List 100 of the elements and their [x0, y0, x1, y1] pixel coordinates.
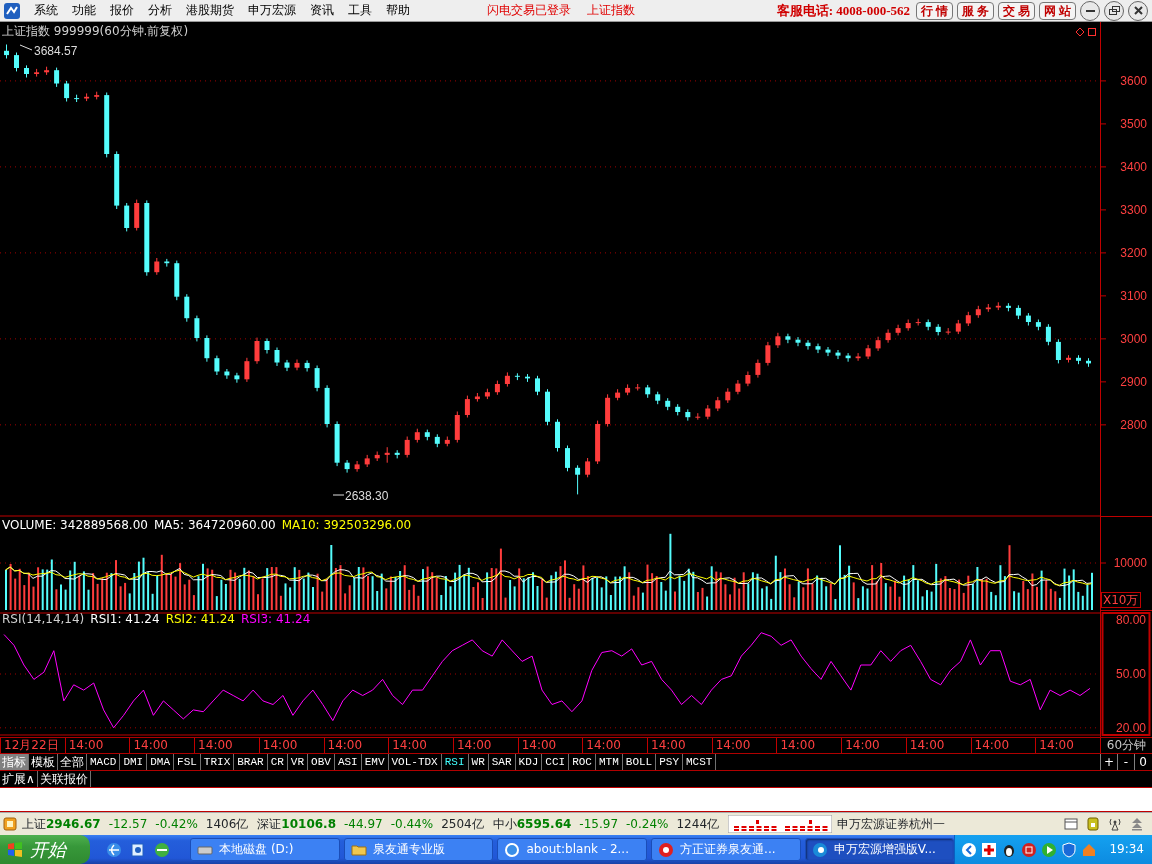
- menu-item[interactable]: 分析: [141, 3, 179, 18]
- index-name: 深证: [257, 816, 282, 832]
- candlestick: [324, 384, 330, 428]
- candlestick: [565, 445, 570, 472]
- mode-tab[interactable]: 模板: [29, 754, 58, 770]
- taskbar-window-button[interactable]: about:blank - 2...: [497, 838, 648, 861]
- menu-item[interactable]: 申万宏源: [241, 3, 303, 18]
- candlestick: [845, 352, 851, 363]
- minimize-button[interactable]: [1080, 0, 1100, 21]
- toolbar-button[interactable]: 服 务: [957, 1, 994, 20]
- candlestick: [384, 446, 390, 464]
- start-button[interactable]: 开始: [0, 835, 91, 864]
- indicator-tab[interactable]: WR: [468, 754, 489, 770]
- window-icon[interactable]: [1064, 817, 1078, 831]
- indicator-tab[interactable]: VOL-TDX: [388, 754, 442, 770]
- candlestick: [825, 346, 831, 357]
- menu-item[interactable]: 港股期货: [179, 3, 241, 18]
- mode-tab[interactable]: 指标: [0, 754, 29, 770]
- menu-item[interactable]: 工具: [341, 3, 379, 18]
- rsi2-reading: RSI2: 41.24: [165, 612, 235, 627]
- candlestick: [835, 349, 841, 360]
- restore-button[interactable]: [1104, 0, 1124, 21]
- menu-item[interactable]: 系统: [27, 3, 65, 18]
- restore-icon: [1108, 6, 1120, 15]
- candlestick: [454, 411, 460, 443]
- candlestick: [1005, 302, 1011, 312]
- candlestick: [504, 371, 510, 388]
- menu-item[interactable]: 功能: [65, 3, 103, 18]
- indicator-tab[interactable]: MCST: [683, 754, 717, 770]
- indicator-tab[interactable]: VR: [287, 754, 309, 770]
- price-label: 3684.57: [34, 44, 78, 58]
- candlestick: [635, 383, 641, 391]
- candlestick: [374, 451, 380, 462]
- candlestick: [535, 375, 540, 396]
- windows-logo-icon: [6, 840, 24, 859]
- mode-tab[interactable]: 全部: [58, 754, 87, 770]
- candlestick: [214, 355, 220, 376]
- status-notice: 上证指数: [587, 3, 635, 18]
- candlestick: [1045, 323, 1051, 346]
- candlestick: [1035, 319, 1041, 331]
- axis-label: 50.00: [1115, 667, 1146, 681]
- candlestick: [705, 404, 711, 420]
- candlestick: [114, 150, 120, 210]
- candlestick: [545, 388, 550, 426]
- antenna-icon[interactable]: [1108, 817, 1122, 831]
- taskbar-window-button[interactable]: 申万宏源增强版V...: [804, 838, 955, 861]
- candlestick: [915, 318, 921, 326]
- status-notice: 闪电交易已登录: [487, 3, 571, 18]
- broker-name: 申万宏源证券杭州一: [837, 816, 946, 832]
- menu-item[interactable]: 报价: [103, 3, 141, 18]
- document-icon[interactable]: [130, 841, 147, 858]
- axis-label: 10000: [1113, 556, 1147, 570]
- taskbar-window-button[interactable]: 泉友通专业版: [343, 838, 494, 861]
- candlestick: [695, 412, 701, 421]
- candlestick: [514, 372, 520, 381]
- candlestick: [1066, 354, 1071, 363]
- status-icon[interactable]: [3, 817, 17, 831]
- candlestick: [294, 359, 300, 371]
- indicator-tab[interactable]: CCI: [542, 754, 570, 770]
- candlestick: [795, 336, 801, 347]
- clock-time: 19:34: [1109, 842, 1144, 857]
- axis-label: 3100: [1120, 288, 1147, 303]
- toolbar-button[interactable]: 行 情: [916, 1, 953, 20]
- index-change: -15.97: [579, 816, 619, 832]
- candlestick: [745, 371, 751, 387]
- unit-label: X10万: [1101, 592, 1141, 608]
- candlestick: [404, 436, 410, 458]
- leader-line: [19, 44, 33, 51]
- lock-icon[interactable]: [1086, 817, 1100, 831]
- taskbar-window-button[interactable]: 本地磁盘 (D:): [190, 838, 340, 861]
- shield-icon[interactable]: [1061, 841, 1078, 858]
- candlestick: [665, 397, 671, 411]
- indicator-tab[interactable]: OBV: [308, 754, 335, 770]
- menu-item[interactable]: 帮助: [379, 3, 417, 18]
- candlestick: [1055, 338, 1061, 364]
- close-button[interactable]: [1128, 0, 1148, 21]
- volume-reading: VOLUME: 342889568.00: [2, 518, 148, 533]
- candlestick: [655, 391, 661, 405]
- toolbar-button[interactable]: 交 易: [998, 1, 1035, 20]
- taskbar-window-button[interactable]: 方正证券泉友通...: [651, 838, 801, 861]
- chevron-icon[interactable]: [961, 841, 978, 858]
- double-arrow-icon[interactable]: [1130, 817, 1144, 831]
- candlestick: [1086, 357, 1091, 368]
- panel-tab[interactable]: 关联报价: [37, 771, 91, 787]
- index-value: 2946.67: [46, 816, 101, 832]
- toolbar-button[interactable]: 网 站: [1039, 1, 1076, 20]
- indicator-tab[interactable]: MTM: [596, 754, 623, 770]
- panel-controls-icon[interactable]: [1075, 27, 1096, 37]
- candlestick: [945, 327, 951, 336]
- candlestick: [244, 357, 250, 383]
- play-icon[interactable]: [1041, 841, 1058, 858]
- axis-label: 2900: [1120, 374, 1147, 389]
- ma10-reading: MA10: 392503296.00: [281, 518, 412, 533]
- cross-icon[interactable]: [981, 841, 998, 858]
- indicator-tab[interactable]: MACD: [87, 754, 121, 770]
- panel-tab[interactable]: 扩展∧: [0, 771, 38, 787]
- candlestick: [54, 67, 60, 88]
- menu-item[interactable]: 资讯: [303, 3, 341, 18]
- candlestick: [895, 324, 901, 336]
- candlestick: [34, 68, 40, 78]
